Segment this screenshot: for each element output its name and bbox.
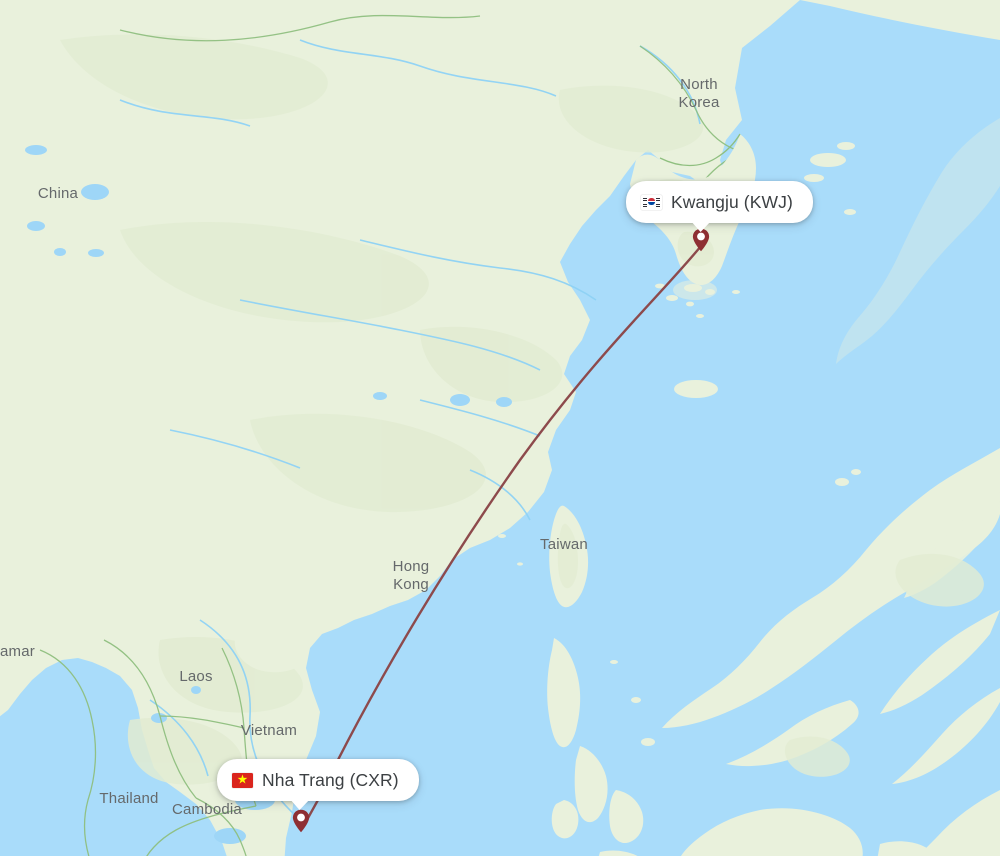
map-canvas [0,0,1000,856]
south-korea-flag-icon [641,194,662,210]
origin-airport-callout[interactable]: Kwangju (KWJ) [626,181,813,232]
origin-map-pin[interactable] [692,228,710,252]
destination-map-pin[interactable] [292,809,310,833]
map-pin-icon [292,809,310,833]
map-pin-icon [692,228,710,252]
destination-airport-label: Nha Trang (CXR) [262,769,399,790]
destination-airport-callout[interactable]: ★ Nha Trang (CXR) [217,759,419,810]
flight-route-map[interactable]: China North Korea Taiwan Hong Kong Laos … [0,0,1000,856]
vietnam-flag-icon: ★ [232,772,253,788]
origin-airport-label: Kwangju (KWJ) [671,191,793,212]
